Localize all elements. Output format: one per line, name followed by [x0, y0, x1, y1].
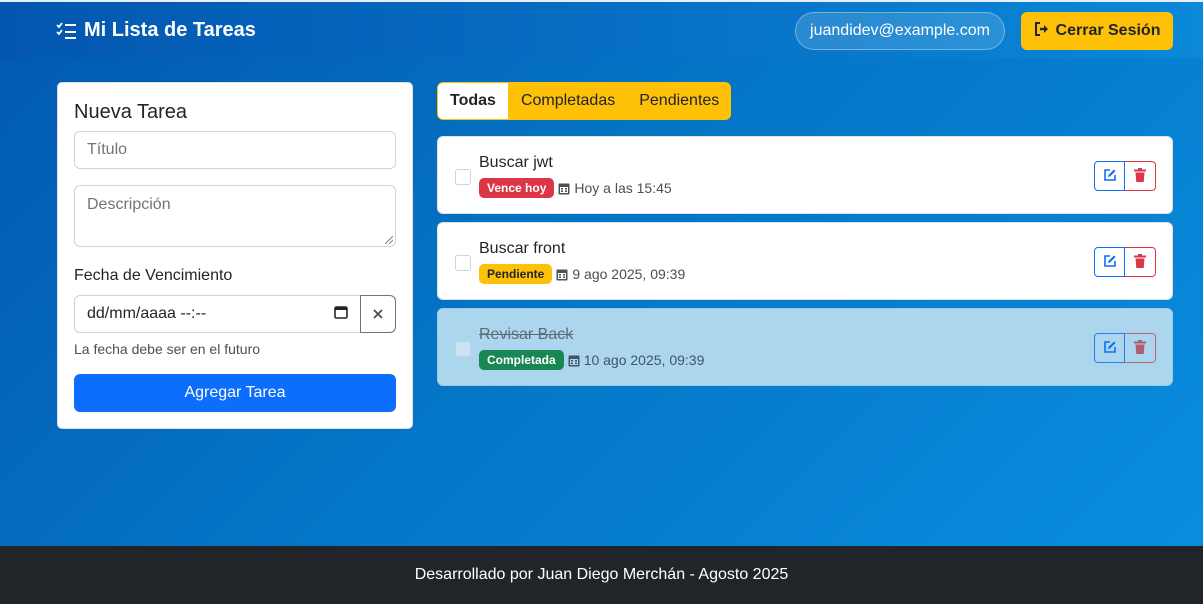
task-meta: Pendiente 9 ago 2025, 09:39	[479, 264, 685, 284]
user-email-badge: juandidev@example.com	[795, 12, 1005, 50]
task-title: Revisar Back	[479, 326, 574, 343]
calendar-icon	[558, 182, 570, 195]
delete-task-button[interactable]	[1125, 161, 1156, 191]
task-actions	[1094, 333, 1156, 363]
task-due-date: 10 ago 2025, 09:39	[583, 352, 705, 368]
due-date-group: dd/mm/aaaa --:--	[74, 295, 396, 333]
edit-icon	[1103, 254, 1117, 271]
task-title: Buscar front	[479, 240, 566, 257]
task-item: Buscar front Pendiente 9 ago 2025, 09:39	[437, 222, 1173, 300]
title-input[interactable]	[74, 131, 396, 169]
task-actions	[1094, 161, 1156, 191]
edit-task-button[interactable]	[1094, 333, 1125, 363]
delete-task-button[interactable]	[1125, 333, 1156, 363]
footer-text: Desarrollado por Juan Diego Merchán - Ag…	[414, 566, 789, 583]
task-meta: Vence hoy Hoy a las 15:45	[479, 178, 672, 198]
task-title: Buscar jwt	[479, 154, 553, 171]
form-title: Nueva Tarea	[74, 101, 188, 123]
due-date-input[interactable]: dd/mm/aaaa --:--	[74, 295, 361, 333]
task-checkbox[interactable]	[455, 341, 471, 357]
brand-title: Mi Lista de Tareas	[84, 19, 256, 41]
logout-icon	[1034, 21, 1050, 42]
brand[interactable]: Mi Lista de Tareas	[56, 19, 256, 42]
trash-icon	[1134, 339, 1146, 357]
logout-button[interactable]: Cerrar Sesión	[1021, 12, 1173, 50]
due-date-hint: La fecha debe ser en el futuro	[74, 341, 261, 357]
navbar: Mi Lista de Tareas juandidev@example.com…	[0, 0, 1203, 58]
status-badge: Completada	[479, 350, 564, 370]
description-placeholder: Descripción	[87, 196, 171, 213]
filter-pending-button[interactable]: Pendientes	[627, 82, 732, 120]
status-badge: Pendiente	[479, 264, 553, 284]
resize-handle-icon[interactable]	[385, 236, 393, 244]
task-list-icon	[56, 21, 76, 40]
filter-completed-button[interactable]: Completadas	[508, 82, 628, 120]
clear-date-button[interactable]	[360, 295, 396, 333]
description-textarea[interactable]: Descripción	[74, 185, 396, 247]
filter-button-group: Todas Completadas Pendientes	[437, 82, 732, 120]
trash-icon	[1134, 167, 1146, 185]
filter-all-button[interactable]: Todas	[437, 82, 509, 120]
delete-task-button[interactable]	[1125, 247, 1156, 277]
footer: Desarrollado por Juan Diego Merchán - Ag…	[0, 546, 1203, 604]
due-date-label: Fecha de Vencimiento	[74, 267, 233, 284]
task-checkbox[interactable]	[455, 169, 471, 185]
calendar-icon	[556, 268, 568, 281]
logout-label: Cerrar Sesión	[1055, 22, 1161, 39]
task-due-date: 9 ago 2025, 09:39	[572, 266, 686, 282]
task-item: Buscar jwt Vence hoy Hoy a las 15:45	[437, 136, 1173, 214]
new-task-card: Nueva Tarea Descripción Fecha de Vencimi…	[57, 82, 413, 429]
status-badge: Vence hoy	[479, 178, 555, 198]
edit-task-button[interactable]	[1094, 247, 1125, 277]
calendar-icon	[568, 354, 580, 367]
edit-task-button[interactable]	[1094, 161, 1125, 191]
task-checkbox[interactable]	[455, 255, 471, 271]
due-date-value: dd/mm/aaaa --:--	[87, 305, 207, 322]
edit-icon	[1103, 340, 1117, 357]
close-icon	[372, 304, 384, 325]
task-due-date: Hoy a las 15:45	[574, 180, 672, 196]
task-item: Revisar Back Completada 10 ago 2025, 09:…	[437, 308, 1173, 386]
add-task-button[interactable]: Agregar Tarea	[74, 374, 396, 412]
edit-icon	[1103, 168, 1117, 185]
task-meta: Completada 10 ago 2025, 09:39	[479, 350, 704, 370]
task-actions	[1094, 247, 1156, 277]
calendar-picker-icon[interactable]	[334, 305, 348, 324]
trash-icon	[1134, 253, 1146, 271]
